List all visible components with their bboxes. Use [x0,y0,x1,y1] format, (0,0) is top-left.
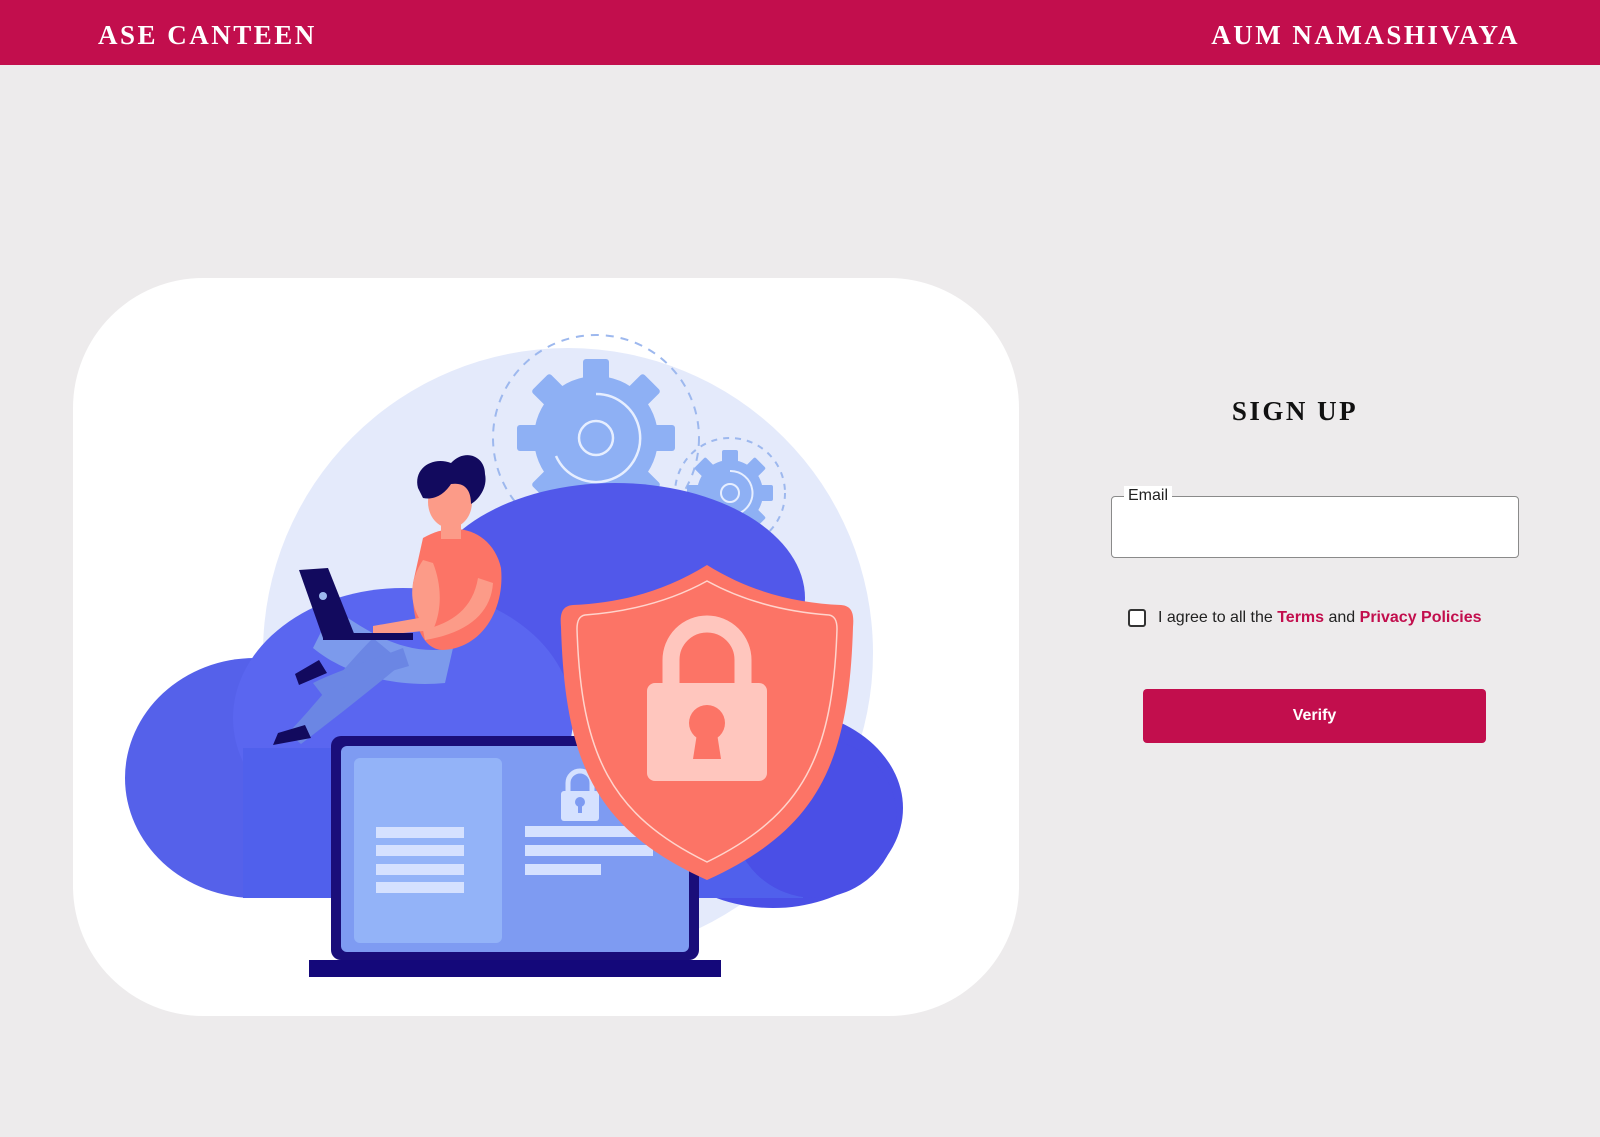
illustration-card [73,278,1019,1016]
agree-and: and [1328,609,1356,626]
terms-link[interactable]: Terms [1277,609,1324,626]
signup-title: SIGN UP [1231,396,1359,426]
email-label: Email [1124,486,1173,506]
brand-title[interactable]: ASE CANTEEN [98,18,317,52]
agree-prefix: I agree to all the [1158,609,1273,626]
email-input[interactable] [1128,511,1502,545]
verify-button[interactable]: Verify [1143,689,1486,743]
terms-agreement: I agree to all the Terms and Privacy Pol… [1128,606,1482,630]
email-field[interactable]: Email [1111,486,1519,558]
header-greeting: AUM NAMASHIVAYA [1211,20,1520,50]
agree-text: I agree to all the Terms and Privacy Pol… [1158,609,1482,627]
cloud-security-illustration [125,334,903,977]
agree-checkbox[interactable] [1128,609,1146,627]
top-bar: ASE CANTEEN AUM NAMASHIVAYA [0,0,1600,65]
privacy-policies-link[interactable]: Privacy Policies [1360,609,1482,626]
